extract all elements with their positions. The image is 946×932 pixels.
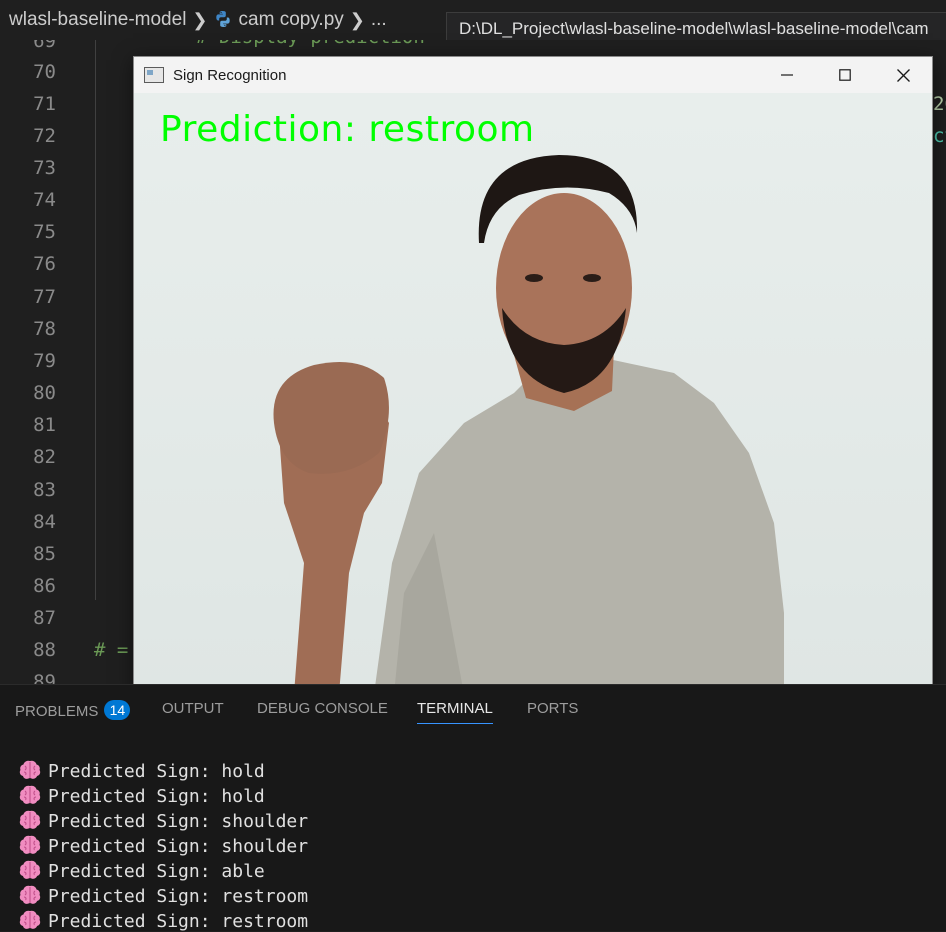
bottom-panel: PROBLEMS 14 OUTPUT DEBUG CONSOLE TERMINAL… — [0, 684, 946, 932]
line-number: 80 — [33, 382, 56, 404]
line-number: 70 — [33, 61, 56, 83]
chevron-right-icon: ❯ — [349, 9, 365, 30]
breadcrumb-file[interactable]: cam copy.py — [214, 9, 344, 31]
line-number: 87 — [33, 607, 56, 629]
breadcrumb-file-label: cam copy.py — [238, 9, 344, 30]
tab-ports[interactable]: PORTS — [527, 700, 578, 717]
terminal-line: Predicted Sign: able — [18, 859, 265, 882]
code-fragment: 20 — [933, 93, 946, 115]
terminal-line-text: Predicted Sign: restroom — [48, 911, 309, 932]
line-number: 88 — [33, 639, 56, 661]
tab-debug-console[interactable]: DEBUG CONSOLE — [257, 700, 388, 717]
window-title: Sign Recognition — [173, 66, 287, 84]
terminal-line: Predicted Sign: shoulder — [18, 834, 308, 857]
minimize-icon — [781, 74, 793, 76]
terminal-line: Predicted Sign: shoulder — [18, 809, 308, 832]
maximize-icon — [839, 69, 851, 81]
terminal-line: Predicted Sign: hold — [18, 784, 265, 807]
brain-icon — [19, 885, 41, 904]
line-number: 74 — [33, 189, 56, 211]
line-number: 79 — [33, 350, 56, 372]
line-number: 85 — [33, 543, 56, 565]
brain-icon — [19, 810, 41, 829]
line-number: 83 — [33, 479, 56, 501]
python-icon — [215, 11, 230, 27]
problems-count-badge: 14 — [104, 700, 131, 720]
line-number: 71 — [33, 93, 56, 115]
tab-terminal[interactable]: TERMINAL — [417, 700, 493, 724]
minimize-button[interactable] — [758, 57, 816, 93]
brain-icon — [19, 860, 41, 879]
terminal-line-text: Predicted Sign: shoulder — [48, 836, 309, 857]
brain-icon — [19, 835, 41, 854]
line-number: 89 — [33, 671, 56, 684]
brain-icon — [19, 785, 41, 804]
line-number: 81 — [33, 414, 56, 436]
brain-icon — [19, 910, 41, 929]
breadcrumb-folder[interactable]: wlasl-baseline-model — [9, 9, 186, 31]
code-line-88: # = — [94, 639, 129, 661]
close-icon — [896, 68, 910, 82]
line-number: 69 — [33, 40, 56, 52]
code-comment: # Display prediction — [196, 40, 425, 48]
brain-icon — [19, 760, 41, 779]
line-number: 78 — [33, 318, 56, 340]
code-fragment: cv — [933, 125, 946, 147]
terminal-line: Predicted Sign: restroom — [18, 884, 308, 907]
line-number: 84 — [33, 511, 56, 533]
line-number: 82 — [33, 446, 56, 468]
tab-label: PROBLEMS — [15, 703, 99, 720]
line-number: 75 — [33, 221, 56, 243]
maximize-button[interactable] — [816, 57, 874, 93]
tab-output[interactable]: OUTPUT — [162, 700, 224, 717]
sign-recognition-window[interactable]: Sign Recognition Prediction: restroom — [133, 56, 933, 693]
close-button[interactable] — [874, 57, 932, 93]
terminal-line: Predicted Sign: restroom — [18, 909, 308, 932]
chevron-right-icon: ❯ — [192, 9, 208, 30]
line-number: 72 — [33, 125, 56, 147]
terminal-line-text: Predicted Sign: hold — [48, 786, 265, 807]
window-titlebar[interactable]: Sign Recognition — [134, 57, 932, 93]
app-window-icon — [144, 67, 164, 83]
terminal-line-text: Predicted Sign: restroom — [48, 886, 309, 907]
line-number: 73 — [33, 157, 56, 179]
panel-tabs: PROBLEMS 14 OUTPUT DEBUG CONSOLE TERMINAL… — [0, 685, 946, 733]
terminal-line-text: Predicted Sign: able — [48, 861, 265, 882]
indent-guide — [95, 40, 96, 600]
breadcrumb-more[interactable]: ... — [371, 9, 387, 31]
terminal-line-text: Predicted Sign: hold — [48, 761, 265, 782]
webcam-person-image — [273, 155, 784, 692]
terminal-line-text: Predicted Sign: shoulder — [48, 811, 309, 832]
line-number: 76 — [33, 253, 56, 275]
prediction-overlay: Prediction: restroom — [160, 109, 535, 150]
terminal-line: Predicted Sign: hold — [18, 759, 265, 782]
webcam-feed: Prediction: restroom — [134, 93, 932, 692]
line-number: 77 — [33, 286, 56, 308]
tab-problems[interactable]: PROBLEMS 14 — [15, 700, 131, 720]
line-number: 86 — [33, 575, 56, 597]
